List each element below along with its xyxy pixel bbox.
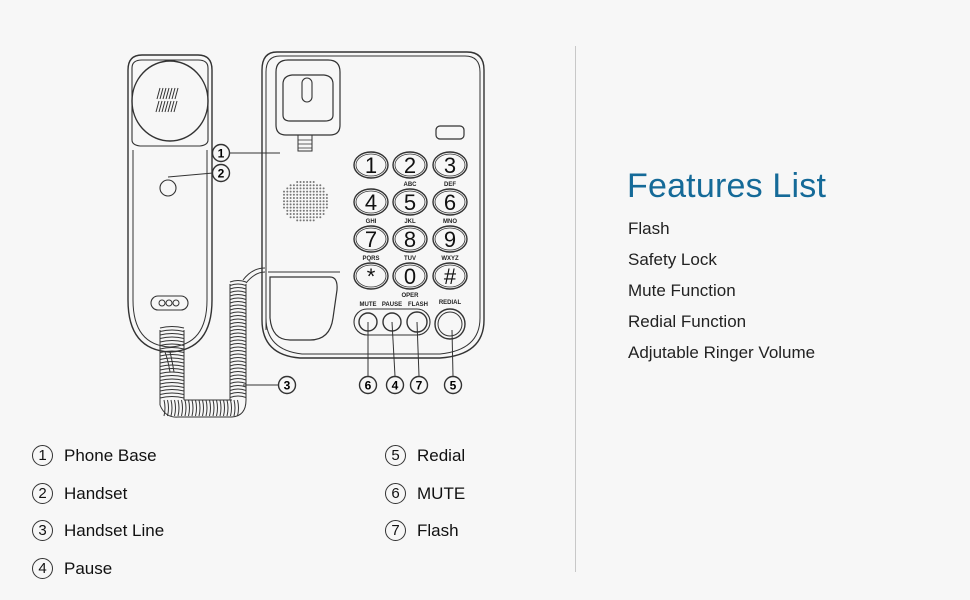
feature-item: Redial Function xyxy=(628,312,747,331)
legend-item-handset: 2 Handset xyxy=(32,483,127,504)
keypad-digit: 3 xyxy=(444,153,456,178)
keypad-letters: OPER xyxy=(401,293,419,299)
legend-label: Phone Base xyxy=(64,445,157,465)
legend-number-badge: 2 xyxy=(32,483,53,504)
legend-label: Flash xyxy=(417,520,459,540)
keypad-digit: 8 xyxy=(404,227,416,252)
keypad-letters: ABC xyxy=(404,182,418,188)
legend-item-mute: 6 MUTE xyxy=(385,483,465,504)
legend-label: Handset xyxy=(64,483,128,503)
handset-drawing xyxy=(127,54,213,353)
speaker-grille-icon xyxy=(283,181,328,222)
keypad-letters: DEF xyxy=(444,182,456,188)
keypad-letters: PQRS xyxy=(362,256,379,262)
legend-item-pause: 4 Pause xyxy=(32,558,112,579)
legend-item-flash: 7 Flash xyxy=(385,520,459,541)
feature-item: Adjutable Ringer Volume xyxy=(628,343,816,362)
legend-number-badge: 4 xyxy=(32,558,53,579)
keypad-digit: 9 xyxy=(444,227,456,252)
callout-handset-line: 3 xyxy=(284,379,291,393)
legend-number-badge: 3 xyxy=(32,520,53,541)
callout-pause: 4 xyxy=(392,379,399,393)
keypad-digit: 2 xyxy=(404,153,416,178)
keypad-letters: WXYZ xyxy=(441,256,459,262)
keypad-digit: 6 xyxy=(444,190,456,215)
mute-label: MUTE xyxy=(360,302,377,308)
callout-redial: 5 xyxy=(450,379,457,393)
legend-item-phone-base: 1 Phone Base xyxy=(32,445,157,466)
callout-handset: 2 xyxy=(218,167,225,181)
flash-label: FLASH xyxy=(408,302,428,308)
feature-item: Safety Lock xyxy=(628,250,717,269)
keypad-digit: 5 xyxy=(404,190,416,215)
keypad-letters: GHI xyxy=(366,219,377,225)
keypad-digit: # xyxy=(444,264,457,289)
handset-button-icon xyxy=(159,179,177,197)
legend-label: Redial xyxy=(417,445,466,465)
earpiece-grille-icon xyxy=(155,87,179,113)
keypad-digit: 7 xyxy=(365,227,377,252)
keypad-digit: 0 xyxy=(404,264,416,289)
legend-item-redial: 5 Redial xyxy=(385,445,465,466)
legend-item-handset-line: 3 Handset Line xyxy=(32,520,164,541)
keypad-digit: * xyxy=(367,264,376,289)
legend-label: MUTE xyxy=(417,483,466,503)
legend-number-badge: 5 xyxy=(385,445,406,466)
vertical-divider xyxy=(575,46,576,572)
keypad-letters: JKL xyxy=(404,219,416,225)
redial-button-icon xyxy=(434,308,466,340)
legend-label: Pause xyxy=(64,558,113,578)
keypad-letters: MNO xyxy=(443,219,457,225)
keypad-letters: TUV xyxy=(404,256,416,262)
features-list: Features List Flash Safety Lock Mute Fun… xyxy=(627,165,827,368)
pause-label: PAUSE xyxy=(382,302,402,308)
callout-phone-base: 1 xyxy=(218,147,225,161)
callout-mute: 6 xyxy=(365,379,372,393)
redial-label: REDIAL xyxy=(439,300,462,306)
legend-label: Handset Line xyxy=(64,520,165,540)
handset-keys-icon xyxy=(150,295,189,311)
legend-number-badge: 6 xyxy=(385,483,406,504)
legend-number-badge: 7 xyxy=(385,520,406,541)
feature-item: Flash xyxy=(628,219,670,238)
keypad-digit: 1 xyxy=(365,153,377,178)
keypad-digit: 4 xyxy=(365,190,377,215)
features-title: Features List xyxy=(627,167,827,205)
legend-number-badge: 1 xyxy=(32,445,53,466)
feature-item: Mute Function xyxy=(628,281,736,300)
indicator-light-icon xyxy=(435,125,465,140)
callout-flash: 7 xyxy=(416,379,423,393)
